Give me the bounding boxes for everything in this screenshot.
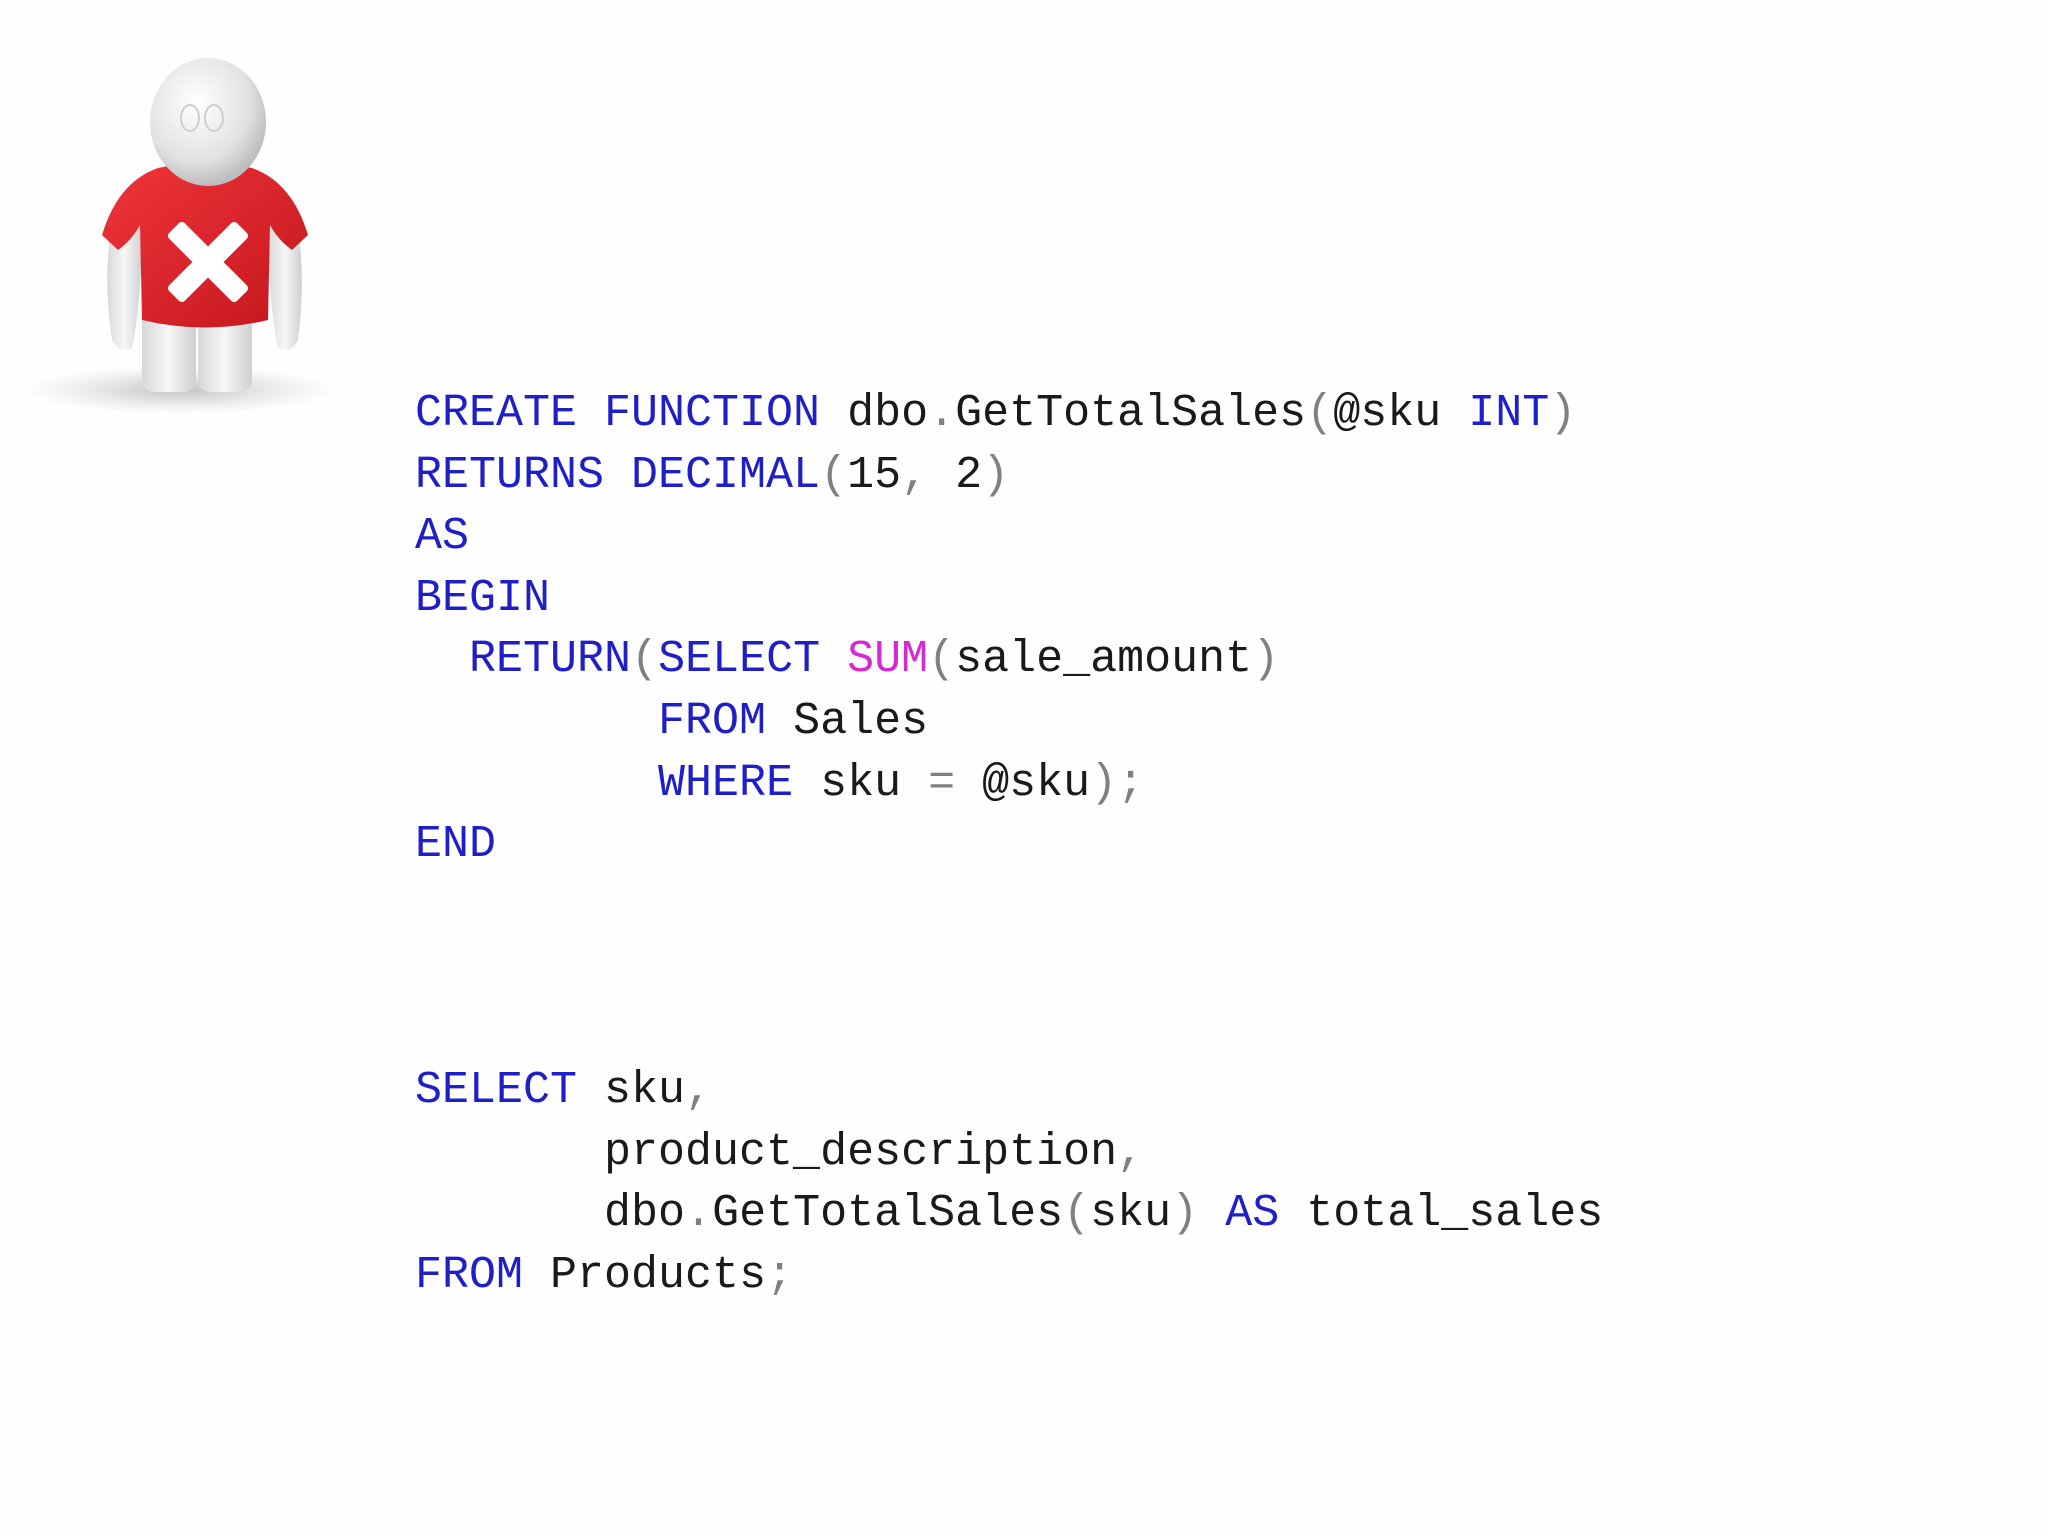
code-line: END [415, 814, 1576, 876]
code-keyword: END [415, 819, 497, 871]
code-punctuation: ); [1090, 757, 1145, 809]
code-keyword: WHERE [658, 757, 794, 809]
code-punctuation: ) [1171, 1188, 1199, 1240]
code-line: AS [415, 506, 1576, 568]
create-function-code-block: CREATE FUNCTION dbo.GetTotalSales(@sku I… [415, 383, 1576, 876]
code-keyword: AS [415, 511, 470, 563]
code-line: FROM Products; [415, 1245, 1603, 1307]
code-punctuation: . [928, 388, 956, 439]
select-query-code-block: SELECT sku, product_description, dbo.Get… [415, 1060, 1603, 1306]
code-text: @sku [955, 757, 1091, 809]
code-line: BEGIN [415, 568, 1576, 630]
code-line: RETURN(SELECT SUM(sale_amount) [415, 629, 1576, 691]
code-punctuation: ( [820, 449, 848, 501]
code-text: @sku [1333, 388, 1469, 439]
code-text: total_sales [1279, 1188, 1604, 1240]
code-keyword: INT [1468, 388, 1550, 439]
code-text: 2 [928, 449, 983, 501]
code-keyword: RETURNS DECIMAL [415, 449, 821, 501]
code-keyword: BEGIN [415, 572, 551, 624]
code-punctuation: ) [1549, 388, 1577, 439]
code-keyword: FROM [415, 1249, 524, 1301]
figure-head [150, 58, 266, 186]
code-line: dbo.GetTotalSales(sku) AS total_sales [415, 1183, 1603, 1245]
code-punctuation: ( [631, 634, 659, 686]
code-text: Sales [766, 695, 929, 747]
code-text: GetTotalSales [712, 1188, 1064, 1240]
code-line: FROM Sales [415, 691, 1576, 753]
code-text: sku [577, 1065, 686, 1116]
code-keyword: AS [1225, 1188, 1280, 1240]
code-function-name: SUM [847, 634, 929, 686]
slide: CREATE FUNCTION dbo.GetTotalSales(@sku I… [0, 0, 2048, 1536]
code-keyword: CREATE FUNCTION [415, 388, 821, 439]
code-punctuation: ) [982, 449, 1010, 501]
code-line: CREATE FUNCTION dbo.GetTotalSales(@sku I… [415, 383, 1576, 445]
code-keyword: FROM [658, 695, 767, 747]
code-line: WHERE sku = @sku); [415, 753, 1576, 815]
code-punctuation: , [1117, 1126, 1145, 1178]
code-text: dbo [415, 1188, 686, 1240]
code-text: Products [523, 1249, 767, 1301]
code-text: GetTotalSales [955, 388, 1307, 439]
code-punctuation: , [685, 1065, 713, 1116]
code-text: product_description [415, 1126, 1118, 1178]
code-punctuation: , [901, 449, 929, 501]
code-keyword: RETURN [469, 634, 632, 686]
code-punctuation: ; [766, 1249, 794, 1301]
code-line: SELECT sku, [415, 1060, 1603, 1122]
code-text: sale_amount [955, 634, 1253, 686]
code-text: sku [1090, 1188, 1172, 1240]
code-punctuation: ( [928, 634, 956, 686]
code-keyword: SELECT [658, 634, 848, 686]
code-punctuation: ) [1252, 634, 1280, 686]
code-punctuation: ( [1063, 1188, 1091, 1240]
code-punctuation: . [685, 1188, 713, 1240]
code-text: 15 [847, 449, 902, 501]
code-text: dbo [820, 388, 929, 439]
code-punctuation: ( [1306, 388, 1334, 439]
code-text: sku [793, 757, 929, 809]
code-punctuation: = [928, 757, 956, 809]
code-keyword: SELECT [415, 1065, 578, 1116]
code-line: RETURNS DECIMAL(15, 2) [415, 445, 1576, 507]
red-x-person-icon [30, 58, 335, 414]
code-line: product_description, [415, 1122, 1603, 1184]
